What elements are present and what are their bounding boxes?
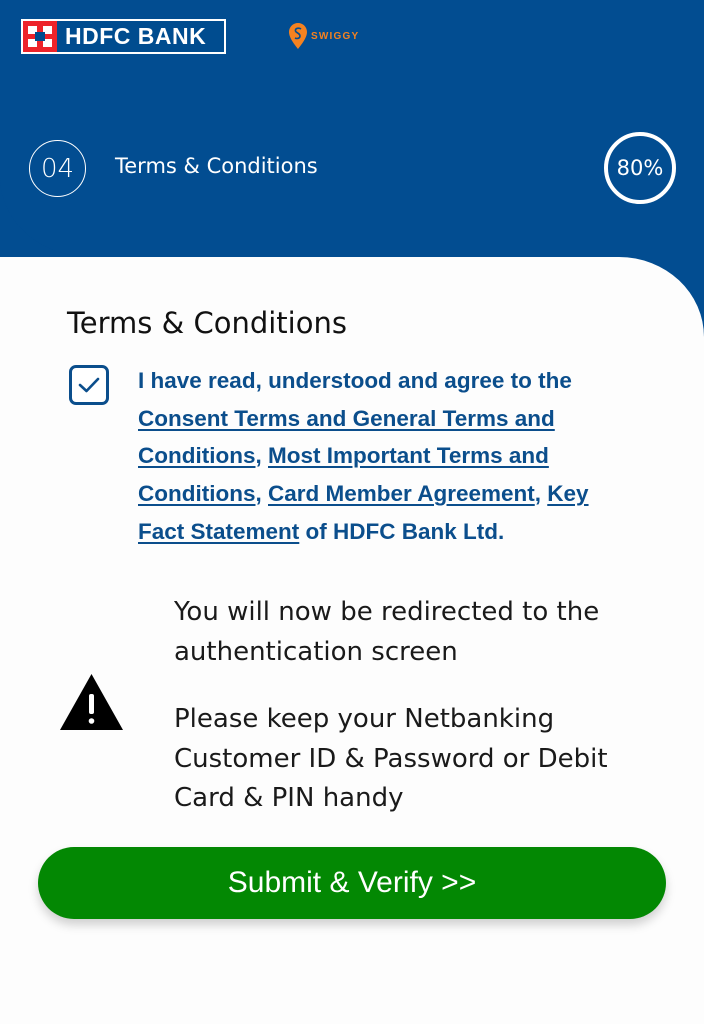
redirect-notice: You will now be redirected to the authen… — [174, 597, 600, 667]
separator: , — [255, 481, 268, 507]
submit-verify-button[interactable]: Submit & Verify >> — [38, 847, 666, 919]
separator: , — [534, 481, 548, 507]
consent-intro: I have read, understood and agree to the — [138, 368, 572, 393]
section-title: Terms & Conditions — [67, 306, 347, 340]
step-title: Terms & Conditions — [115, 154, 318, 178]
consent-outro: of HDFC Bank Ltd. — [299, 518, 505, 544]
checkmark-icon — [78, 377, 100, 393]
link-card-member-agreement[interactable]: Card Member Agreement — [268, 481, 535, 506]
warning-icon — [60, 674, 123, 730]
hdfc-mark-icon — [23, 21, 57, 52]
consent-statement: I have read, understood and agree to the… — [138, 362, 638, 551]
hdfc-logo-text: HDFC BANK — [65, 23, 207, 49]
hdfc-bank-logo: HDFC BANK — [21, 19, 226, 54]
step-number-badge: 04 — [29, 140, 86, 197]
separator: , — [255, 443, 268, 469]
swiggy-logo: SWIGGY — [289, 23, 359, 49]
credentials-notice: Please keep your Netbanking Customer ID … — [174, 704, 608, 813]
terms-agree-checkbox[interactable] — [69, 365, 109, 405]
swiggy-pin-icon — [289, 23, 307, 49]
swiggy-logo-text: SWIGGY — [311, 30, 360, 42]
progress-indicator: 80% — [604, 132, 676, 204]
